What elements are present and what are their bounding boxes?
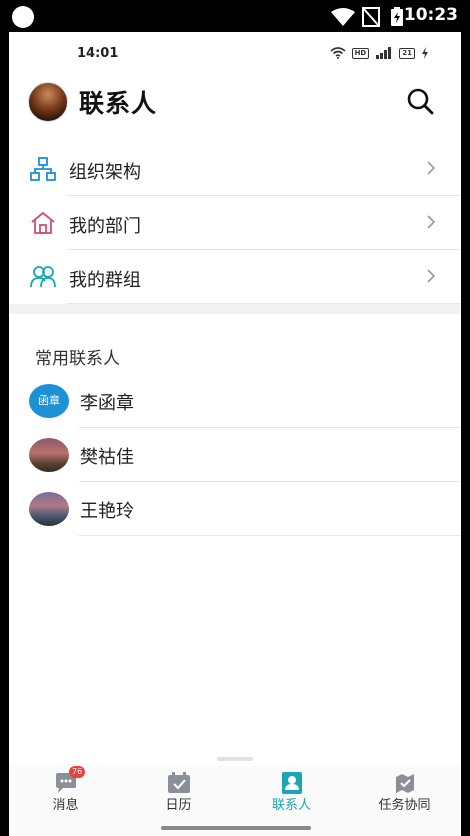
search-icon[interactable] — [405, 86, 435, 116]
home-indicator[interactable] — [161, 826, 311, 830]
group-icon — [30, 266, 56, 288]
battery-charging-icon — [391, 7, 403, 26]
contact-avatar — [29, 438, 69, 472]
contact-item[interactable]: 王艳玲 — [9, 482, 461, 536]
tab-label: 任务协同 — [378, 798, 431, 813]
hd-icon: HD — [351, 47, 370, 59]
chevron-right-icon — [427, 161, 436, 175]
system-status-bar: 10:23 — [0, 0, 470, 32]
inner-status-icons: HD 21 — [330, 47, 429, 59]
page-title: 联系人 — [79, 89, 158, 118]
task-icon — [396, 774, 414, 793]
inner-status-bar: 14:01 HD 21 — [9, 32, 461, 72]
menu-item-label: 我的群组 — [69, 270, 141, 291]
contacts-icon — [282, 772, 302, 794]
unread-badge: 76 — [69, 766, 86, 778]
contact-item[interactable]: 函章 李函章 — [9, 374, 461, 428]
frequent-contacts-title: 常用联系人 — [35, 349, 120, 369]
my-avatar[interactable] — [28, 82, 68, 122]
contact-avatar — [29, 492, 69, 526]
wifi-icon — [330, 47, 346, 59]
contact-avatar: 函章 — [29, 384, 69, 418]
menu-item-org-structure[interactable]: 组织架构 — [9, 142, 461, 196]
chevron-right-icon — [427, 269, 436, 283]
chevron-right-icon — [427, 215, 436, 229]
contact-name: 李函章 — [80, 393, 134, 414]
wifi-icon — [331, 8, 355, 26]
charging-icon — [422, 47, 428, 59]
app-header: 联系人 — [9, 76, 461, 128]
tab-messages[interactable]: 76 消息 — [9, 766, 122, 836]
tab-label: 联系人 — [271, 798, 311, 813]
menu-item-my-groups[interactable]: 我的群组 — [9, 250, 461, 304]
cell-signal-icon — [376, 47, 392, 59]
section-separator — [9, 304, 461, 314]
menu-item-my-department[interactable]: 我的部门 — [9, 196, 461, 250]
org-chart-icon — [30, 157, 56, 181]
divider — [79, 535, 461, 536]
contact-name: 王艳玲 — [80, 501, 134, 522]
signal-off-icon — [362, 7, 380, 27]
contact-item[interactable]: 樊祜佳 — [9, 428, 461, 482]
battery-level: 21 — [399, 47, 415, 59]
calendar-icon — [168, 772, 190, 793]
contact-name: 樊祜佳 — [80, 447, 134, 468]
home-icon — [31, 212, 55, 234]
system-clock: 10:23 — [403, 5, 458, 25]
tab-label: 日历 — [165, 798, 192, 813]
inner-clock: 14:01 — [77, 46, 119, 61]
menu-item-label: 组织架构 — [69, 162, 141, 183]
frequent-contacts-list: 函章 李函章 樊祜佳 王艳玲 — [9, 374, 461, 536]
contacts-menu: 组织架构 我的部门 我的群组 — [9, 142, 461, 304]
tab-label: 消息 — [52, 798, 79, 813]
drag-handle[interactable] — [217, 757, 253, 761]
notification-dot-icon — [12, 6, 34, 28]
app-screen: 14:01 HD 21 联系人 组织架构 我的部门 我的群组 常用联系人 函章 … — [9, 32, 461, 836]
tab-task-collaboration[interactable]: 任务协同 — [348, 766, 461, 836]
menu-item-label: 我的部门 — [69, 216, 141, 237]
